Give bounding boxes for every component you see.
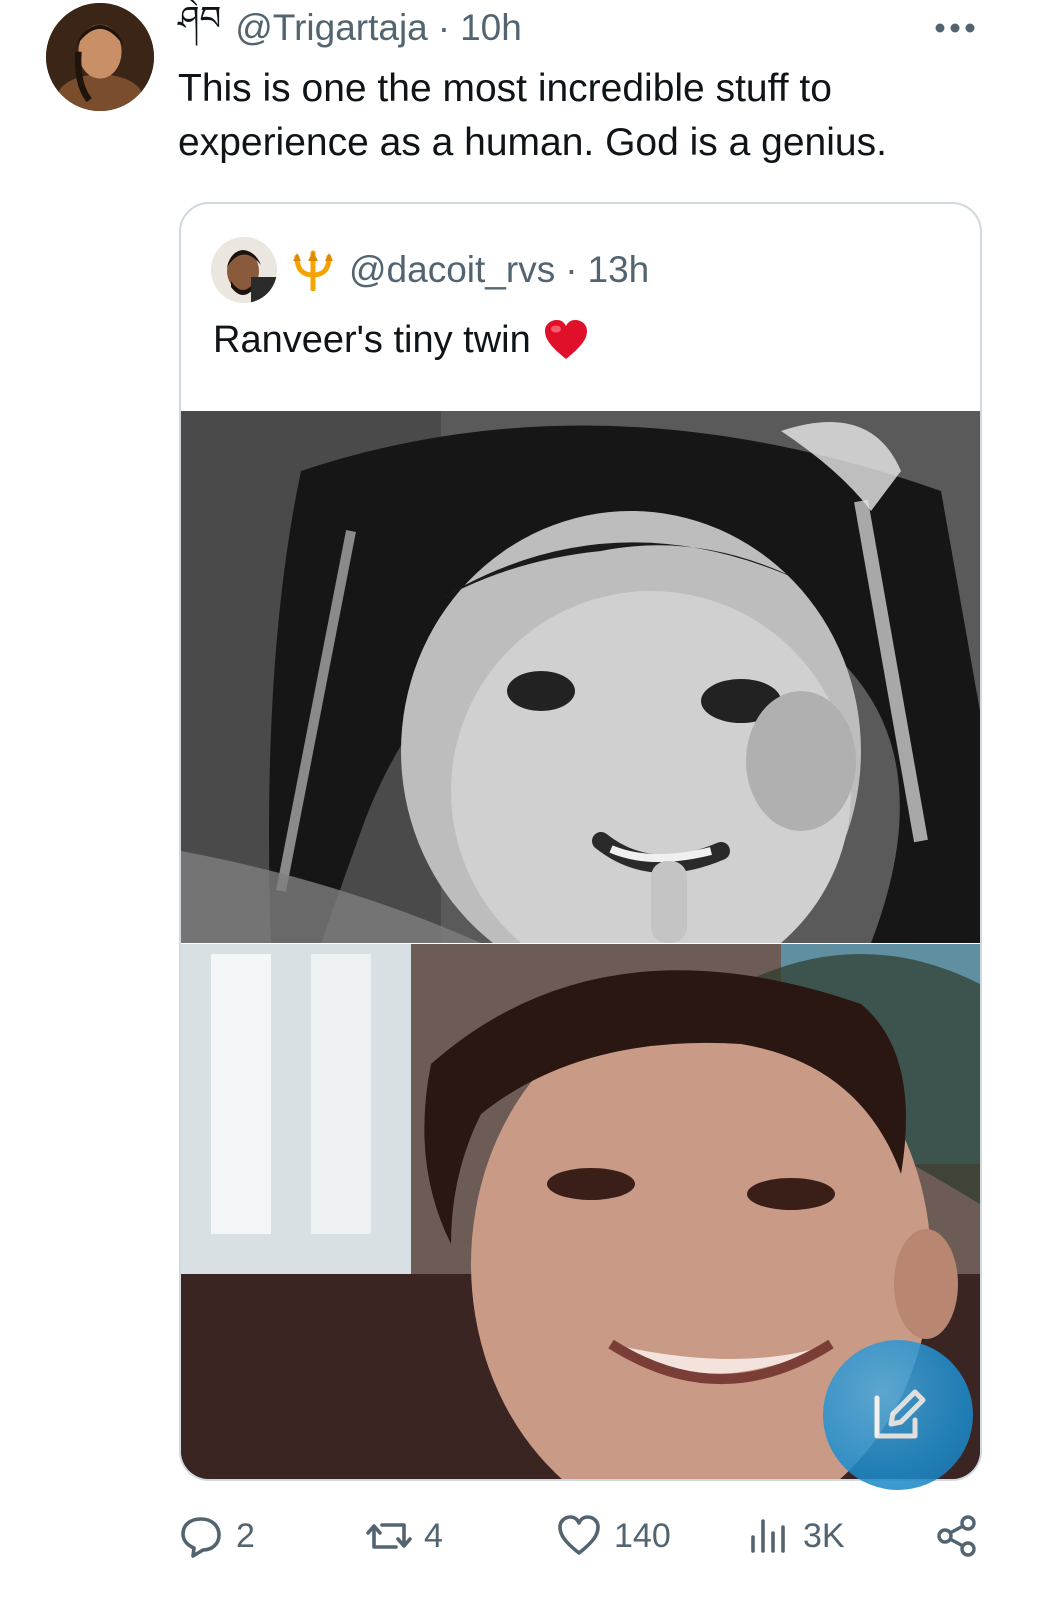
quoted-author-avatar[interactable] xyxy=(211,237,277,303)
quoted-tweet-text-row: Ranveer's tiny twin xyxy=(213,314,589,366)
tweet-time[interactable]: 10h xyxy=(460,7,522,49)
views-chart-icon xyxy=(751,1519,785,1553)
tweet-header: ཤེབ @Trigartaja · 10h xyxy=(178,0,522,52)
quoted-tweet-card[interactable]: @dacoit_rvs · 13h Ranveer's tiny twin xyxy=(179,202,982,1481)
quoted-tweet-time[interactable]: 13h xyxy=(588,249,650,291)
like-count: 140 xyxy=(614,1516,671,1555)
quoted-tweet-header: @dacoit_rvs · 13h xyxy=(291,246,649,294)
trident-icon xyxy=(293,250,333,291)
retweet-button[interactable]: 4 xyxy=(366,1506,443,1566)
reply-button[interactable]: 2 xyxy=(178,1506,255,1566)
like-button[interactable]: 140 xyxy=(556,1506,671,1566)
quoted-author-handle[interactable]: @dacoit_rvs xyxy=(349,249,555,291)
header-separator: · xyxy=(437,7,451,48)
compose-icon xyxy=(874,1389,926,1439)
heart-icon xyxy=(544,320,587,359)
author-avatar[interactable] xyxy=(46,3,154,111)
quoted-tweet-text: Ranveer's tiny twin xyxy=(213,319,531,361)
share-button[interactable] xyxy=(934,1506,992,1566)
share-icon xyxy=(937,1515,976,1557)
author-handle[interactable]: @Trigartaja xyxy=(235,7,427,49)
retweet-count: 4 xyxy=(424,1516,443,1555)
quoted-header-separator: · xyxy=(565,249,578,290)
retweet-icon xyxy=(366,1523,412,1549)
quoted-photo-girl[interactable] xyxy=(181,411,980,943)
view-count: 3K xyxy=(803,1516,845,1555)
reply-icon xyxy=(181,1517,221,1558)
views-button[interactable]: 3K xyxy=(745,1506,845,1566)
compose-button[interactable] xyxy=(823,1340,973,1490)
tweet-actions: 2 4 140 3K xyxy=(0,1506,1049,1566)
reply-count: 2 xyxy=(236,1516,255,1555)
heart-outline-icon xyxy=(558,1515,600,1555)
more-options-icon[interactable] xyxy=(933,14,977,42)
tweet-text: This is one the most incredible stuff to… xyxy=(178,67,887,164)
